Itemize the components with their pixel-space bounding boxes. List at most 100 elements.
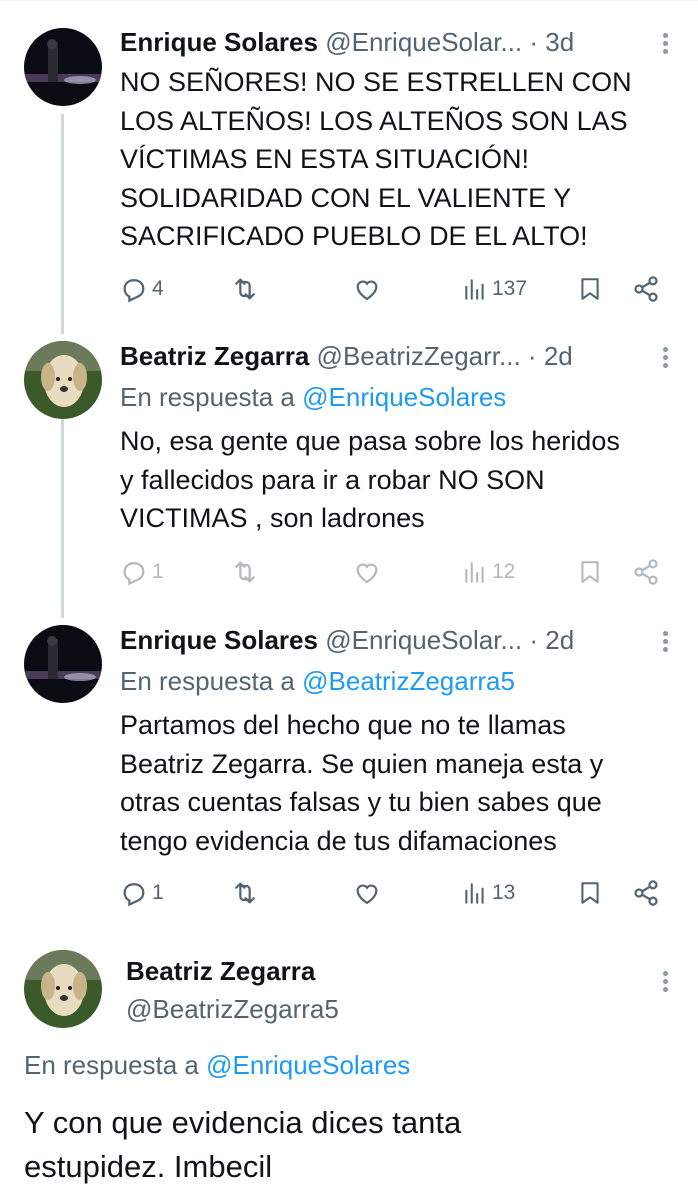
reply-count: 4 (152, 277, 164, 300)
reply-mention-link[interactable]: @EnriqueSolares (206, 1050, 410, 1080)
reply-context: En respuesta a @EnriqueSolares (24, 1050, 410, 1081)
tweet-text: Y con que evidencia dices tanta estupide… (24, 1101, 674, 1189)
timestamp[interactable]: 3d (545, 27, 574, 57)
top-divider (0, 0, 698, 1)
bookmark-button[interactable] (577, 273, 603, 305)
retweet-icon (235, 882, 255, 904)
text-line: SOLIDARIDAD CON EL VALIENTE Y (120, 182, 572, 213)
views-count: 13 (492, 881, 516, 904)
text-line: Partamos del hecho que no te llamas (120, 710, 566, 740)
text-line: Y con que evidencia dices tanta (24, 1105, 462, 1140)
reply-button[interactable]: 1 (120, 877, 164, 909)
author-handle[interactable]: @BeatrizZegarr... (317, 341, 521, 371)
text-line: estupidez. Imbecil (24, 1149, 273, 1184)
like-icon (356, 884, 378, 905)
views-button[interactable]: 13 (462, 877, 515, 909)
reply-mention-link[interactable]: @EnriqueSolares (302, 382, 506, 412)
action-bar: 1 13 (120, 877, 668, 909)
views-icon (465, 279, 484, 300)
tweet-header: Enrique Solares @EnriqueSolar... · 2d (120, 625, 638, 656)
separator: · (527, 341, 537, 371)
retweet-icon (235, 561, 255, 583)
reply-prefix: En respuesta a (120, 382, 295, 412)
share-button[interactable] (632, 273, 660, 305)
reply-prefix: En respuesta a (24, 1050, 199, 1080)
text-line: LOS ALTEÑOS! LOS ALTEÑOS SON LAS (120, 105, 628, 136)
more-icon[interactable] (658, 968, 672, 998)
author-handle[interactable]: @BeatrizZegarra5 (126, 994, 339, 1025)
more-icon[interactable] (658, 30, 672, 60)
author-handle[interactable]: @EnriqueSolar... (325, 27, 522, 57)
author-name[interactable]: Enrique Solares (120, 27, 318, 57)
text-line: y fallecidos para ir a robar NO SON (120, 464, 545, 495)
avatar-enrique[interactable] (24, 28, 102, 106)
text-line: SACRIFICADO PUEBLO DE EL ALTO! (120, 221, 588, 251)
share-button[interactable] (632, 556, 660, 588)
reply-count: 1 (152, 881, 164, 904)
views-count: 137 (492, 277, 528, 300)
avatar-image (24, 28, 102, 106)
author-name[interactable]: Beatriz Zegarra (126, 956, 315, 987)
retweet-button[interactable] (230, 556, 264, 588)
bookmark-icon (581, 561, 599, 583)
separator: · (529, 625, 539, 655)
reply-context: En respuesta a @BeatrizZegarra5 (120, 666, 515, 697)
author-handle[interactable]: @EnriqueSolar... (325, 625, 522, 655)
reply-icon (123, 883, 145, 907)
like-button[interactable] (353, 877, 385, 909)
views-button[interactable]: 12 (462, 556, 515, 588)
share-icon (634, 880, 658, 906)
reply-button[interactable]: 4 (120, 273, 164, 305)
views-count: 12 (492, 560, 516, 583)
tweet-header: Beatriz Zegarra @BeatrizZegarr... · 2d (120, 341, 638, 372)
text-line: otras cuentas falsas y tu bien sabes que (120, 787, 602, 817)
author-name[interactable]: Beatriz Zegarra (120, 341, 309, 371)
avatar-beatriz[interactable] (24, 341, 102, 419)
like-icon (356, 280, 378, 301)
thread-line (61, 412, 64, 618)
reply-mention-link[interactable]: @BeatrizZegarra5 (302, 666, 515, 696)
bookmark-button[interactable] (577, 556, 603, 588)
share-icon (634, 276, 658, 302)
action-bar: 4 137 (120, 273, 668, 305)
bookmark-icon (581, 882, 599, 904)
avatar-image (24, 625, 102, 703)
text-line: VICTIMAS , son ladrones (120, 503, 425, 533)
text-line: Beatriz Zegarra. Se quien maneja esta y (120, 748, 604, 779)
like-button[interactable] (353, 556, 385, 588)
reply-button[interactable]: 1 (120, 556, 164, 588)
views-icon (465, 883, 484, 904)
timestamp[interactable]: 2d (544, 341, 573, 371)
text-line: tengo evidencia de tus difamaciones (120, 825, 557, 856)
bookmark-button[interactable] (577, 877, 603, 909)
reply-icon (123, 562, 145, 586)
bookmark-icon (581, 278, 599, 300)
avatar-beatriz[interactable] (24, 950, 102, 1028)
retweet-icon (235, 278, 255, 300)
tweet-text: Partamos del hecho que no te llamas Beat… (120, 706, 670, 860)
reply-count: 1 (152, 560, 164, 583)
reply-icon (123, 279, 145, 303)
avatar-image (24, 341, 102, 419)
action-bar: 1 12 (120, 556, 668, 588)
share-button[interactable] (632, 877, 660, 909)
more-icon[interactable] (658, 628, 672, 658)
views-icon (465, 562, 484, 583)
retweet-button[interactable] (230, 877, 264, 909)
separator: · (529, 27, 539, 57)
more-icon[interactable] (658, 344, 672, 374)
thread-line (61, 114, 64, 334)
tweet-text: NO SEÑORES! NO SE ESTRELLEN CON LOS ALTE… (120, 63, 670, 256)
share-icon (634, 559, 658, 585)
text-line: VÍCTIMAS EN ESTA SITUACIÓN! (120, 144, 530, 174)
like-icon (356, 563, 378, 584)
timestamp[interactable]: 2d (545, 625, 574, 655)
retweet-button[interactable] (230, 273, 264, 305)
text-line: No, esa gente que pasa sobre los heridos (120, 426, 620, 456)
reply-prefix: En respuesta a (120, 666, 295, 696)
avatar-enrique[interactable] (24, 625, 102, 703)
text-line: NO SEÑORES! NO SE ESTRELLEN CON (120, 67, 632, 97)
like-button[interactable] (353, 273, 385, 305)
views-button[interactable]: 137 (462, 273, 527, 305)
author-name[interactable]: Enrique Solares (120, 625, 318, 655)
